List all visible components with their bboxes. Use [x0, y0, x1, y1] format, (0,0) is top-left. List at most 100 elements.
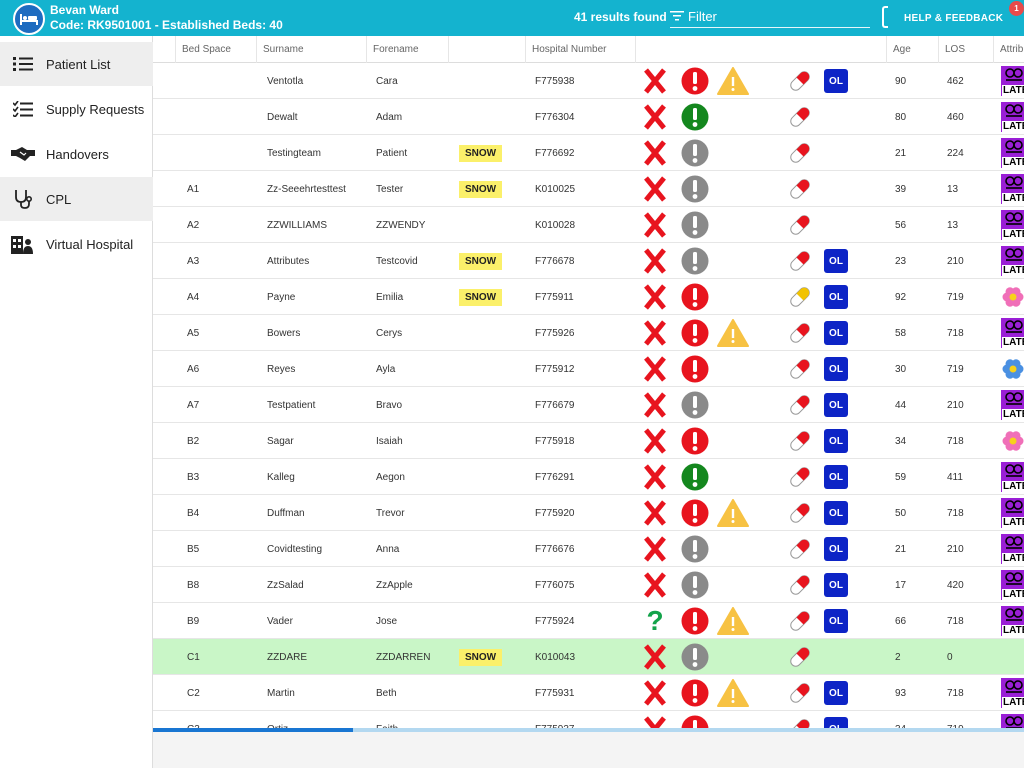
- latex-allergy-icon[interactable]: LATEX: [1001, 495, 1024, 531]
- table-row[interactable]: C1 ZZDARE ZZDARREN SNOW K010043 2 0: [153, 639, 1024, 675]
- table-row[interactable]: A4 Payne Emilia SNOW F775911 OL 92 719: [153, 279, 1024, 315]
- medication-pill-icon[interactable]: [787, 351, 813, 387]
- no-consent-icon[interactable]: [644, 495, 668, 531]
- medication-pill-icon[interactable]: [787, 567, 813, 603]
- pink-flower-icon[interactable]: [1002, 279, 1024, 315]
- medication-pill-icon[interactable]: [787, 63, 813, 99]
- no-consent-icon[interactable]: [644, 387, 668, 423]
- no-consent-icon[interactable]: [644, 531, 668, 567]
- alert-grey-icon[interactable]: [681, 243, 709, 279]
- no-consent-icon[interactable]: [644, 207, 668, 243]
- sidebar-item-patient-list[interactable]: Patient List: [0, 42, 153, 86]
- latex-allergy-icon[interactable]: LATEX: [1001, 315, 1024, 351]
- ol-badge[interactable]: OL: [824, 537, 848, 561]
- alert-grey-icon[interactable]: [681, 639, 709, 675]
- alert-red-icon[interactable]: [681, 315, 709, 351]
- alert-grey-icon[interactable]: [681, 207, 709, 243]
- column-header-surname[interactable]: Surname: [256, 36, 366, 63]
- warning-icon[interactable]: [717, 603, 749, 639]
- sidebar-item-virtual-hospital[interactable]: Virtual Hospital: [0, 222, 153, 266]
- alert-green-icon[interactable]: [681, 99, 709, 135]
- medication-pill-icon[interactable]: [787, 423, 813, 459]
- latex-allergy-icon[interactable]: LATEX: [1001, 531, 1024, 567]
- medication-pill-icon[interactable]: [787, 99, 813, 135]
- alert-red-icon[interactable]: [681, 279, 709, 315]
- warning-icon[interactable]: [717, 315, 749, 351]
- medication-pill-icon[interactable]: [787, 171, 813, 207]
- latex-allergy-icon[interactable]: LATEX: [1001, 99, 1024, 135]
- no-consent-icon[interactable]: [644, 279, 668, 315]
- ol-badge[interactable]: OL: [824, 501, 848, 525]
- table-row[interactable]: Dewalt Adam F776304 80 460 LATEX: [153, 99, 1024, 135]
- latex-allergy-icon[interactable]: LATEX: [1001, 207, 1024, 243]
- column-header-bed-space[interactable]: Bed Space: [175, 36, 256, 63]
- no-consent-icon[interactable]: [644, 675, 668, 711]
- ol-badge[interactable]: OL: [824, 393, 848, 417]
- no-consent-icon[interactable]: [644, 63, 668, 99]
- no-consent-icon[interactable]: [644, 243, 668, 279]
- alert-red-icon[interactable]: [681, 495, 709, 531]
- column-header-forename[interactable]: Forename: [366, 36, 448, 63]
- alert-red-icon[interactable]: [681, 675, 709, 711]
- medication-pill-icon[interactable]: [787, 207, 813, 243]
- notification-badge[interactable]: 1: [1009, 1, 1024, 16]
- alert-grey-icon[interactable]: [681, 387, 709, 423]
- latex-allergy-icon[interactable]: LATEX: [1001, 243, 1024, 279]
- medication-pill-icon[interactable]: [787, 315, 813, 351]
- latex-allergy-icon[interactable]: LATEX: [1001, 603, 1024, 639]
- ol-badge[interactable]: OL: [824, 609, 848, 633]
- table-row[interactable]: B2 Sagar Isaiah F775918 OL 34 718: [153, 423, 1024, 459]
- table-row[interactable]: B9 Vader Jose F775924? OL 66 718 LATEX: [153, 603, 1024, 639]
- medication-pill-icon[interactable]: [787, 675, 813, 711]
- ol-badge[interactable]: OL: [824, 357, 848, 381]
- medication-pill-icon[interactable]: [787, 603, 813, 639]
- warning-icon[interactable]: [717, 495, 749, 531]
- sidebar-item-supply-requests[interactable]: Supply Requests: [0, 87, 153, 131]
- alert-green-icon[interactable]: [681, 459, 709, 495]
- latex-allergy-icon[interactable]: LATEX: [1001, 63, 1024, 99]
- filter-input[interactable]: Filter: [670, 6, 870, 28]
- table-row[interactable]: A6 Reyes Ayla F775912 OL 30 719: [153, 351, 1024, 387]
- column-header-los[interactable]: LOS: [938, 36, 993, 63]
- latex-allergy-icon[interactable]: LATEX: [1001, 459, 1024, 495]
- ol-badge[interactable]: OL: [824, 429, 848, 453]
- table-row[interactable]: B5 Covidtesting Anna F776676 OL 21 210 LATEX: [153, 531, 1024, 567]
- no-consent-icon[interactable]: [644, 351, 668, 387]
- alert-red-icon[interactable]: [681, 603, 709, 639]
- latex-allergy-icon[interactable]: LATEX: [1001, 135, 1024, 171]
- alert-red-icon[interactable]: [681, 351, 709, 387]
- table-row[interactable]: A1 Zz-Seeehrtesttest Tester SNOW K010025 39 13…: [153, 171, 1024, 207]
- latex-allergy-icon[interactable]: LATEX: [1001, 675, 1024, 711]
- table-row[interactable]: B4 Duffman Trevor F775920 OL 50 718 LATEX: [153, 495, 1024, 531]
- no-consent-icon[interactable]: [644, 639, 668, 675]
- table-row[interactable]: C2 Martin Beth F775931 OL 93 718 LATEX: [153, 675, 1024, 711]
- no-consent-icon[interactable]: [644, 459, 668, 495]
- alert-red-icon[interactable]: [681, 63, 709, 99]
- no-consent-icon[interactable]: [644, 171, 668, 207]
- sidebar-item-handovers[interactable]: Handovers: [0, 132, 153, 176]
- help-feedback-button[interactable]: HELP & FEEDBACK: [904, 13, 1003, 24]
- medication-pill-icon[interactable]: [787, 639, 813, 675]
- table-row[interactable]: B3 Kalleg Aegon F776291 OL 59 411 LATEX: [153, 459, 1024, 495]
- table-row[interactable]: A7 Testpatient Bravo F776679 OL 44 210 LATEX: [153, 387, 1024, 423]
- medication-pill-icon[interactable]: [787, 459, 813, 495]
- latex-allergy-icon[interactable]: LATEX: [1001, 567, 1024, 603]
- table-row[interactable]: B8 ZzSalad ZzApple F776075 OL 17 420 LATEX: [153, 567, 1024, 603]
- no-consent-icon[interactable]: [644, 99, 668, 135]
- no-consent-icon[interactable]: [644, 315, 668, 351]
- alert-grey-icon[interactable]: [681, 567, 709, 603]
- medication-pill-icon[interactable]: [787, 531, 813, 567]
- table-row[interactable]: A3 Attributes Testcovid SNOW F776678 OL 23 210 L…: [153, 243, 1024, 279]
- table-row[interactable]: Ventotla Cara F775938 OL 90 462 LATEX: [153, 63, 1024, 99]
- pink-flower-icon[interactable]: [1002, 423, 1024, 459]
- unknown-status-icon[interactable]: ?: [644, 603, 668, 639]
- medication-pill-icon[interactable]: [787, 243, 813, 279]
- sidebar-item-cpl[interactable]: CPL: [0, 177, 153, 221]
- column-header-age[interactable]: Age: [886, 36, 938, 63]
- ol-badge[interactable]: OL: [824, 249, 848, 273]
- no-consent-icon[interactable]: [644, 567, 668, 603]
- ol-badge[interactable]: OL: [824, 321, 848, 345]
- ol-badge[interactable]: OL: [824, 285, 848, 309]
- ol-badge[interactable]: OL: [824, 465, 848, 489]
- table-row[interactable]: Testingteam Patient SNOW F776692 21 224 LATEX: [153, 135, 1024, 171]
